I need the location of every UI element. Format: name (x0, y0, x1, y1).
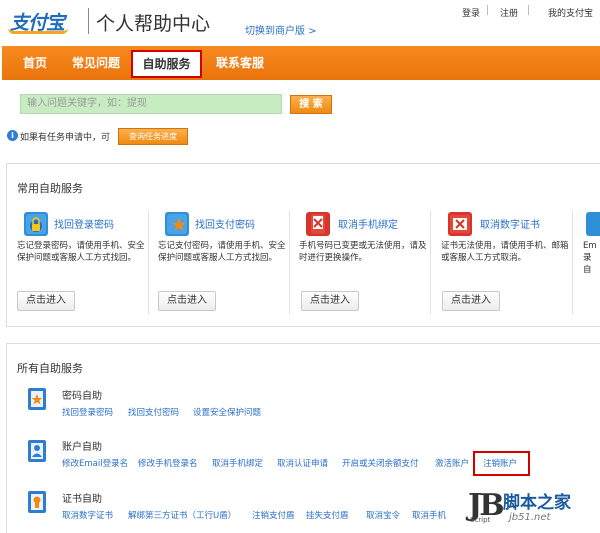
header: 支付宝 个人帮助中心 切换到商户版 > 登录 注册 我的支付宝 (0, 0, 600, 44)
service-link[interactable]: 取消手机绑定 (212, 457, 263, 469)
column-divider (572, 210, 573, 314)
service-description: 证书无法使用，请使用手机、邮箱或客服人工方式取消。 (441, 241, 569, 263)
cert-self-service-icon (24, 489, 50, 515)
service-description-partial: Em录自 (583, 241, 597, 275)
alipay-logo[interactable]: 支付宝 (8, 8, 84, 34)
tab-self-service[interactable]: 自助服务 (131, 50, 202, 78)
enter-button[interactable]: 点击进入 (17, 291, 75, 311)
service-title[interactable]: 找回支付密码 (195, 216, 255, 231)
tab-self-service-label: 自助服务 (142, 57, 191, 71)
lock-recovery-icon (24, 212, 48, 236)
service-link[interactable]: 找回支付密码 (128, 406, 179, 418)
service-description: 手机号码已变更或无法使用，请及时进行更换操作。 (299, 241, 427, 263)
enter-button[interactable]: 点击进入 (301, 291, 359, 311)
phone-cancel-icon (306, 212, 330, 236)
category-title: 密码自助 (62, 391, 102, 402)
watermark-site-name: 脚本之家 (503, 493, 571, 513)
watermark-url: jb51.net (509, 512, 551, 523)
service-link[interactable]: 取消数字证书 (62, 509, 113, 521)
register-link[interactable]: 注册 (500, 6, 518, 19)
service-link[interactable]: 挂失支付盾 (306, 509, 349, 521)
service-link[interactable]: 解绑第三方证书（工行U盾） (128, 509, 236, 521)
info-icon: i (7, 130, 18, 141)
cert-cancel-icon (448, 212, 472, 236)
star-recovery-icon (165, 212, 189, 236)
category-title: 账户自助 (62, 442, 102, 453)
watermark-logo: JB Script (468, 488, 505, 528)
column-divider (148, 210, 149, 314)
partial-icon (586, 212, 600, 236)
service-link[interactable]: 注销支付盾 (252, 509, 295, 521)
service-link[interactable]: 找回登录密码 (62, 406, 113, 418)
tab-faq[interactable]: 常见问题 (64, 46, 128, 80)
watermark-script: Script (470, 516, 491, 524)
page-title: 个人帮助中心 (96, 13, 211, 35)
logo-swoosh (8, 28, 68, 34)
main-nav: 首页 常见问题 联系客服 (2, 46, 600, 80)
tab-contact-support[interactable]: 联系客服 (208, 46, 272, 80)
service-link[interactable]: 激活账户 (435, 457, 469, 469)
service-title[interactable]: 找回登录密码 (54, 216, 114, 231)
header-divider (88, 8, 89, 34)
service-link[interactable]: 取消宝令 (366, 509, 400, 521)
search-button[interactable]: 搜 索 (290, 95, 332, 114)
enter-button[interactable]: 点击进入 (442, 291, 500, 311)
service-link[interactable]: 修改Email登录名 (62, 457, 128, 469)
category-title: 证书自助 (62, 494, 102, 505)
service-link[interactable]: 取消认证申请 (277, 457, 328, 469)
column-divider (430, 210, 431, 314)
switch-merchant-link[interactable]: 切换到商户版 > (245, 22, 317, 37)
top-link-separator (487, 5, 488, 15)
enter-button[interactable]: 点击进入 (158, 291, 216, 311)
service-description: 忘记支付密码，请使用手机、安全保护问题或客服人工方式找回。 (158, 241, 286, 263)
tab-home[interactable]: 首页 (12, 46, 58, 80)
login-link[interactable]: 登录 (462, 6, 480, 19)
close-account-highlight (473, 451, 530, 476)
task-progress-button[interactable]: 查询任务进度 (118, 128, 188, 145)
service-link[interactable]: 设置安全保护问题 (193, 406, 261, 418)
service-description: 忘记登录密码，请使用手机、安全保护问题或客服人工方式找回。 (17, 241, 145, 263)
service-link[interactable]: 修改手机登录名 (138, 457, 198, 469)
all-services-title: 所有自助服务 (17, 362, 83, 375)
service-title[interactable]: 取消手机绑定 (338, 216, 398, 231)
top-link-separator (528, 5, 529, 15)
service-title[interactable]: 取消数字证书 (480, 216, 540, 231)
column-divider (289, 210, 290, 314)
common-services-title: 常用自助服务 (17, 182, 83, 195)
account-self-service-icon (24, 438, 50, 464)
my-alipay-link[interactable]: 我的支付宝 (548, 6, 593, 19)
search-input[interactable]: 输入问题关键字，如：提现 (20, 94, 282, 114)
service-link[interactable]: 开启或关闭余额支付 (342, 457, 419, 469)
task-notice-text: 如果有任务申请中，可 (20, 133, 111, 143)
service-link[interactable]: 取消手机 (412, 509, 446, 521)
password-self-service-icon (24, 386, 50, 412)
